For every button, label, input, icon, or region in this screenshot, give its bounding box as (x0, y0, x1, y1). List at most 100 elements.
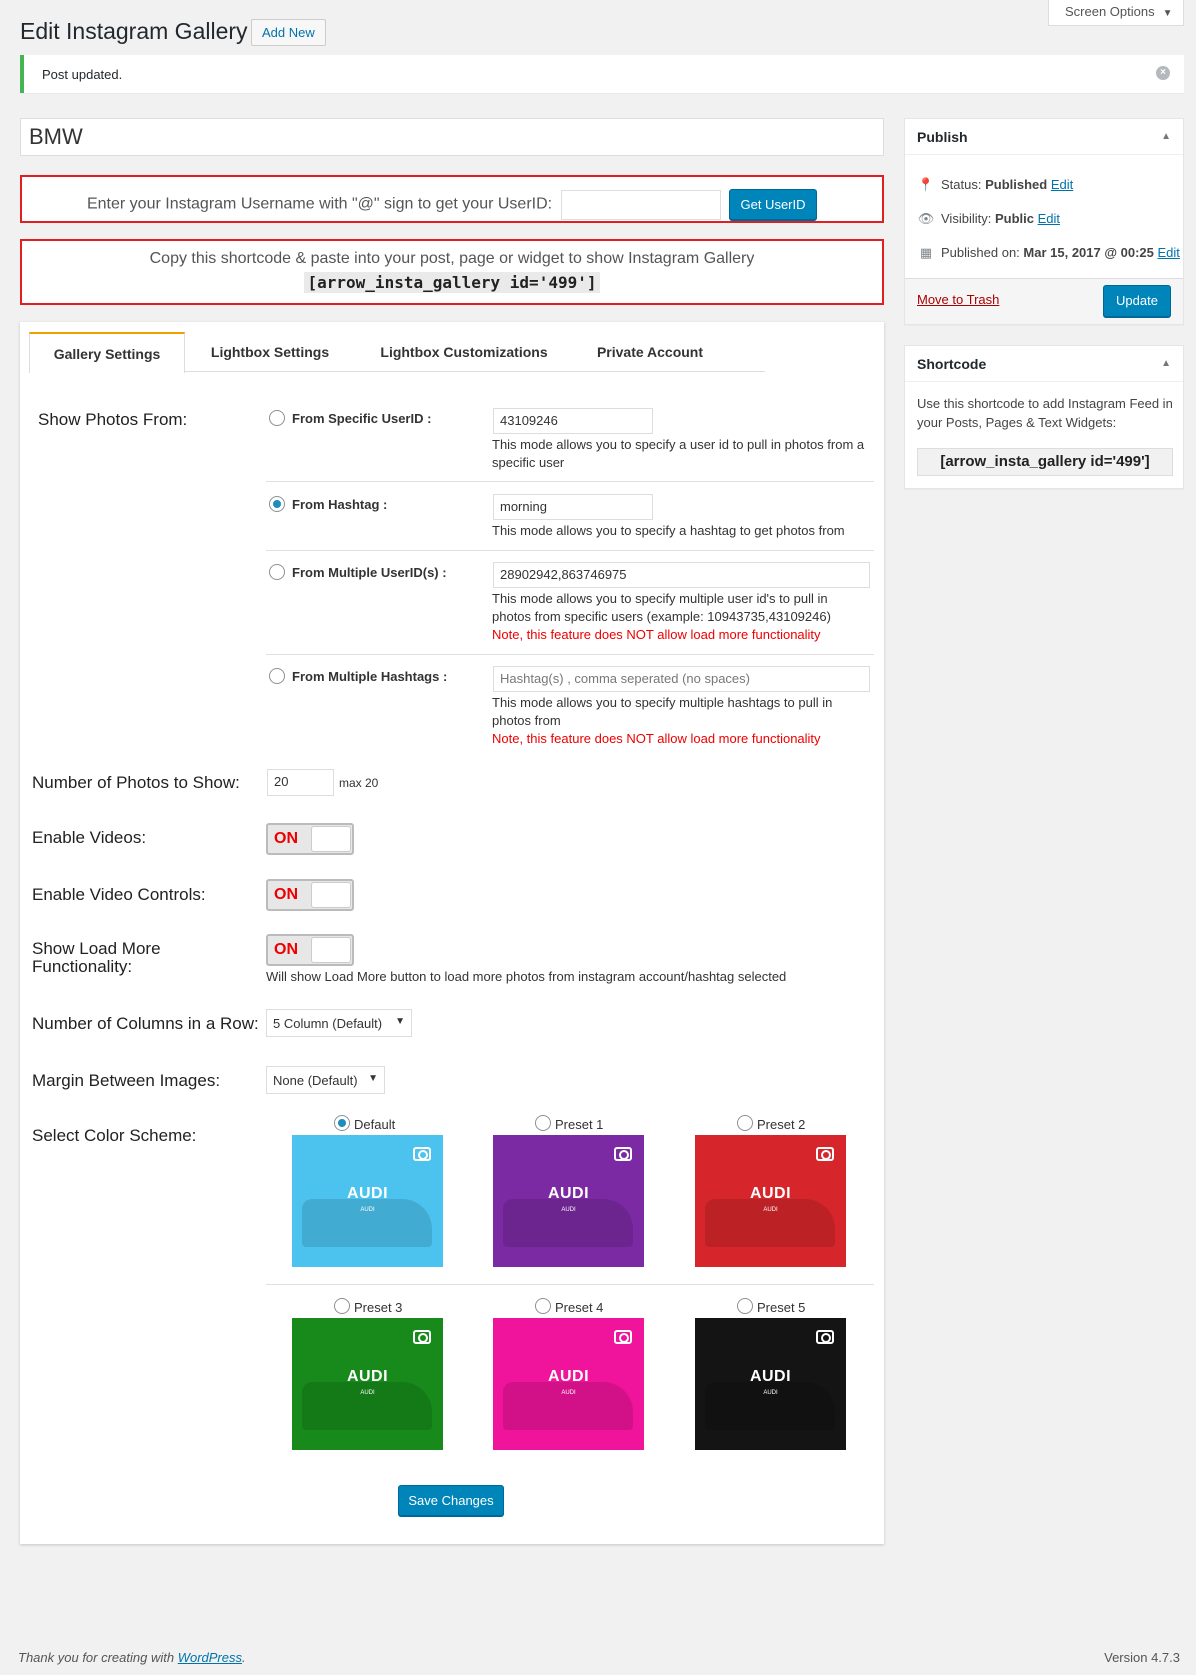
color-scheme-label: Preset 4 (555, 1300, 604, 1315)
notice-post-updated: Post updated. × (20, 55, 1184, 93)
userid-lookup-box: Enter your Instagram Username with "@" s… (20, 175, 884, 223)
tab-private-account[interactable]: Private Account (575, 332, 725, 372)
margin-select[interactable]: None (Default) ▼ (266, 1066, 385, 1094)
camera-icon (614, 1147, 632, 1161)
color-scheme-label: Select Color Scheme: (32, 1126, 197, 1145)
option-description-text: This mode allows you to specify multiple… (492, 695, 833, 728)
published-on-row: ▦ Published on: Mar 15, 2017 @ 00:25 Edit (917, 245, 1180, 261)
toggle-state: ON (274, 941, 298, 958)
load-more-warning: Note, this feature does NOT allow load m… (492, 627, 821, 642)
color-scheme-preview[interactable]: AUDI AUDI (493, 1318, 644, 1450)
camera-icon (816, 1330, 834, 1344)
camera-icon (413, 1147, 431, 1161)
save-changes-button[interactable]: Save Changes (398, 1485, 504, 1516)
add-new-button[interactable]: Add New (251, 19, 326, 46)
get-userid-button[interactable]: Get UserID (729, 189, 817, 220)
option-label: From Multiple UserID(s) : (292, 565, 447, 580)
margin-selected-value: None (Default) (273, 1073, 358, 1088)
color-scheme-label: Default (354, 1117, 396, 1132)
caret-down-icon: ▼ (395, 1016, 405, 1027)
color-scheme-label: Preset 1 (555, 1117, 604, 1132)
instagram-username-input[interactable] (560, 189, 721, 220)
load-more-toggle[interactable]: ON (266, 934, 354, 966)
tab-gallery-settings[interactable]: Gallery Settings (29, 332, 185, 373)
edit-date-link[interactable]: Edit (1158, 245, 1180, 260)
visibility-value: Public (994, 211, 1034, 226)
specific-userid-input[interactable]: 43109246 (493, 408, 653, 434)
post-title-input[interactable]: BMW (20, 118, 884, 156)
shortcode-widget: Shortcode ▲ Use this shortcode to add In… (904, 345, 1184, 489)
screen-options-button[interactable]: Screen Options ▼ (1048, 0, 1184, 26)
radio-specific-userid[interactable] (269, 410, 285, 426)
divider (266, 654, 874, 655)
preview-brand: AUDI (749, 1185, 792, 1202)
columns-label: Number of Columns in a Row: (32, 1014, 259, 1033)
option-description: This mode allows you to specify multiple… (492, 694, 852, 748)
color-scheme-radio[interactable] (535, 1115, 551, 1131)
toggle-knob (311, 937, 351, 963)
collapse-icon[interactable]: ▲ (1161, 131, 1171, 142)
wordpress-link[interactable]: WordPress (178, 1650, 242, 1665)
collapse-icon[interactable]: ▲ (1161, 358, 1171, 369)
publish-title: Publish (905, 119, 1183, 155)
multiple-hashtags-input[interactable]: Hashtag(s) , comma seperated (no spaces) (493, 666, 870, 692)
move-to-trash-link[interactable]: Move to Trash (917, 292, 999, 307)
load-more-description: Will show Load More button to load more … (266, 969, 787, 984)
gallery-settings-panel: Gallery Settings Lightbox Settings Light… (20, 322, 884, 1544)
notice-text: Post updated. (42, 67, 123, 82)
option-description: This mode allows you to specify a hashta… (492, 523, 845, 538)
color-scheme-label: Preset 5 (757, 1300, 806, 1315)
toggle-knob (311, 882, 351, 908)
divider (266, 481, 874, 482)
tab-lightbox-customizations[interactable]: Lightbox Customizations (369, 332, 559, 372)
hashtag-input[interactable]: morning (493, 494, 653, 520)
color-scheme-preview[interactable]: AUDI AUDI (292, 1135, 443, 1267)
publish-actions: Move to Trash Update (905, 278, 1183, 324)
preview-brand: AUDI (749, 1368, 792, 1385)
footer-thanks: Thank you for creating with WordPress. (18, 1650, 246, 1665)
color-scheme-radio[interactable] (334, 1298, 350, 1314)
enable-video-controls-toggle[interactable]: ON (266, 879, 354, 911)
option-label: From Specific UserID : (292, 411, 432, 426)
camera-icon (614, 1330, 632, 1344)
color-scheme-radio[interactable] (737, 1298, 753, 1314)
settings-tabs: Gallery Settings Lightbox Settings Light… (29, 332, 765, 373)
update-button[interactable]: Update (1103, 285, 1171, 317)
preview-subtitle: AUDI (763, 1207, 778, 1213)
publish-box: Publish ▲ 📍 Status: Published Edit 👁 Visib… (904, 118, 1184, 325)
footer-version: Version 4.7.3 (1104, 1650, 1180, 1665)
color-scheme-preview[interactable]: AUDI AUDI (695, 1318, 846, 1450)
edit-status-link[interactable]: Edit (1051, 177, 1073, 192)
page-title: Edit Instagram Gallery (20, 18, 248, 44)
columns-select[interactable]: 5 Column (Default) ▼ (266, 1009, 412, 1037)
preview-brand: AUDI (547, 1368, 590, 1385)
edit-visibility-link[interactable]: Edit (1038, 211, 1060, 226)
color-scheme-preview[interactable]: AUDI AUDI (695, 1135, 846, 1267)
color-scheme-preview[interactable]: AUDI AUDI (493, 1135, 644, 1267)
radio-hashtag[interactable] (269, 496, 285, 512)
color-scheme-radio[interactable] (334, 1115, 350, 1131)
toggle-state: ON (274, 886, 298, 903)
num-photos-input[interactable]: 20 (267, 769, 334, 796)
camera-icon (413, 1330, 431, 1344)
option-description: This mode allows you to specify a user i… (492, 437, 865, 470)
load-more-label: Show Load More Functionality: (32, 939, 161, 976)
color-scheme-preview[interactable]: AUDI AUDI (292, 1318, 443, 1450)
preview-brand: AUDI (547, 1185, 590, 1202)
divider (266, 550, 874, 551)
radio-multiple-userids[interactable] (269, 564, 285, 580)
color-scheme-radio[interactable] (535, 1298, 551, 1314)
caret-down-icon: ▼ (1162, 8, 1173, 19)
preview-subtitle: AUDI (360, 1390, 375, 1396)
tab-lightbox-settings[interactable]: Lightbox Settings (192, 332, 348, 372)
eye-icon: 👁 (917, 211, 935, 226)
dismiss-icon[interactable]: × (1156, 66, 1170, 80)
radio-multiple-hashtags[interactable] (269, 668, 285, 684)
shortcode-info-text: Copy this shortcode & paste into your po… (149, 250, 755, 267)
camera-icon (816, 1147, 834, 1161)
shortcode-widget-title: Shortcode (905, 346, 1183, 382)
published-label: Published on: (941, 245, 1020, 260)
enable-videos-toggle[interactable]: ON (266, 823, 354, 855)
color-scheme-radio[interactable] (737, 1115, 753, 1131)
multiple-userids-input[interactable]: 28902942,863746975 (493, 562, 870, 588)
